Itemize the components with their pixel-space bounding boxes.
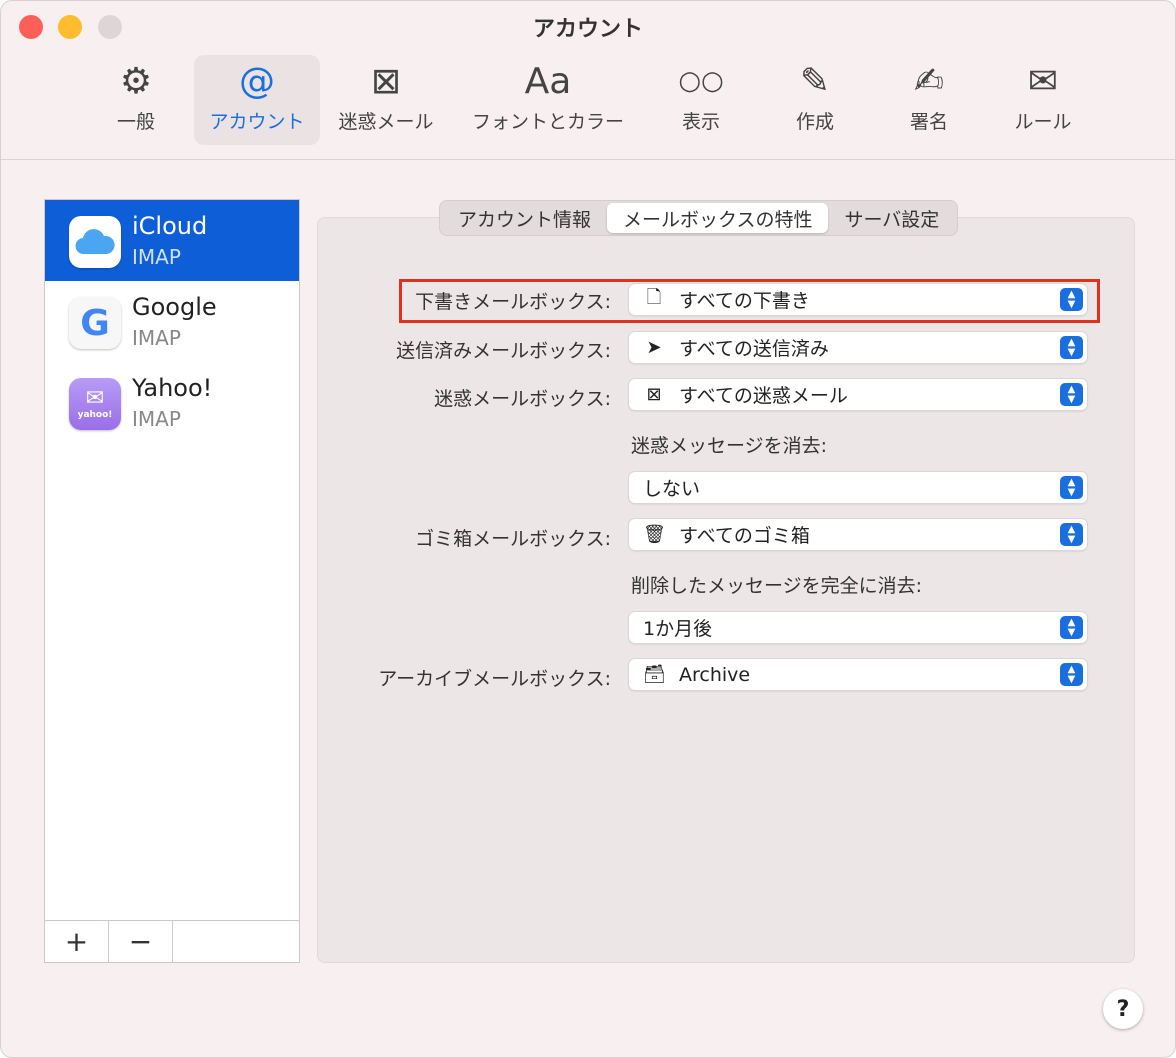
erase-junk-select[interactable]: しない ▲ ▼ xyxy=(629,472,1087,503)
trash-mailbox-select[interactable]: 🗑 すべてのゴミ箱 ▲ ▼ xyxy=(629,519,1087,550)
archive-label: アーカイブメールボックス: xyxy=(378,668,611,690)
toolbar-junk[interactable]: ⊠ 迷惑メール xyxy=(331,55,441,145)
account-list: iCloud IMAP G Google IMAP ✉ yahoo! Yahoo!… xyxy=(44,199,300,963)
trash-icon: 🗑 xyxy=(643,524,666,545)
font-icon: Aa xyxy=(524,60,572,102)
toolbar-general[interactable]: ⚙ 一般 xyxy=(101,55,171,145)
erase-deleted-label: 削除したメッセージを完全に消去: xyxy=(631,575,923,597)
erase-deleted-select[interactable]: 1か月後 ▲ ▼ xyxy=(629,612,1087,643)
chevron-updown-icon: ▲ ▼ xyxy=(1060,336,1083,359)
compose-icon: ✎ xyxy=(799,60,831,102)
junk-mailbox-select[interactable]: ⊠ すべての迷惑メール ▲ ▼ xyxy=(629,379,1087,410)
account-item-icloud[interactable]: iCloud IMAP xyxy=(45,200,299,281)
add-account-button[interactable]: + xyxy=(45,921,109,962)
icloud-icon xyxy=(69,216,121,268)
erase-junk-label: 迷惑メッセージを消去: xyxy=(631,435,828,457)
account-item-google[interactable]: G Google IMAP xyxy=(45,281,299,362)
toolbar-accounts[interactable]: @ アカウント xyxy=(194,55,320,145)
chevron-updown-icon: ▲ ▼ xyxy=(1060,523,1083,546)
toolbar-composing[interactable]: ✎ 作成 xyxy=(780,55,850,145)
window-title: アカウント xyxy=(532,17,643,42)
remove-account-button[interactable]: − xyxy=(109,921,173,962)
archivebox-icon: 🗃 xyxy=(643,664,666,685)
tab-account-info[interactable]: アカウント情報 xyxy=(442,203,607,233)
list-button-bar: + − xyxy=(45,920,299,962)
at-icon: @ xyxy=(239,60,275,102)
chevron-updown-icon: ▲ ▼ xyxy=(1060,616,1083,639)
toolbar-viewing[interactable]: ○○ 表示 xyxy=(666,55,736,145)
sent-mailbox-select[interactable]: ➤ すべての送信済み ▲ ▼ xyxy=(629,332,1087,363)
highlight-box xyxy=(399,279,1100,323)
toolbar-rules[interactable]: ✉ ルール xyxy=(1006,55,1080,145)
tab-server-settings[interactable]: サーバ設定 xyxy=(828,203,955,233)
glasses-icon: ○○ xyxy=(678,66,724,96)
rules-icon: ✉ xyxy=(1027,60,1059,102)
preferences-window: アカウント ⚙ 一般 @ アカウント ⊠ 迷惑メール Aa フォントとカラー ○○ 表示 … xyxy=(0,0,1176,1058)
google-icon: G xyxy=(69,297,121,349)
archive-mailbox-select[interactable]: 🗃 Archive ▲ ▼ xyxy=(629,659,1087,690)
toolbar-divider xyxy=(1,159,1175,160)
account-item-yahoo[interactable]: ✉ yahoo! Yahoo! IMAP xyxy=(45,362,299,443)
paperplane-icon: ➤ xyxy=(646,337,662,358)
signature-icon: ✍ xyxy=(913,60,945,102)
gear-icon: ⚙ xyxy=(119,60,153,102)
junk-icon: ⊠ xyxy=(370,60,402,102)
help-button[interactable]: ? xyxy=(1103,989,1143,1029)
tab-bar: アカウント情報 メールボックスの特性 サーバ設定 xyxy=(439,200,959,236)
toolbar-signatures[interactable]: ✍ 署名 xyxy=(894,55,964,145)
chevron-updown-icon: ▲ ▼ xyxy=(1060,663,1083,686)
chevron-updown-icon: ▲ ▼ xyxy=(1060,383,1083,406)
chevron-updown-icon: ▲ ▼ xyxy=(1060,476,1083,499)
sent-label: 送信済みメールボックス: xyxy=(396,340,611,362)
junk-label: 迷惑メールボックス: xyxy=(434,388,611,410)
tab-mailbox-behaviors[interactable]: メールボックスの特性 xyxy=(607,203,829,233)
trash-label: ゴミ箱メールボックス: xyxy=(415,528,611,550)
yahoo-mail-icon: ✉ yahoo! xyxy=(69,378,121,430)
junk-icon: ⊠ xyxy=(646,384,662,405)
toolbar-fonts[interactable]: Aa フォントとカラー xyxy=(463,55,633,145)
